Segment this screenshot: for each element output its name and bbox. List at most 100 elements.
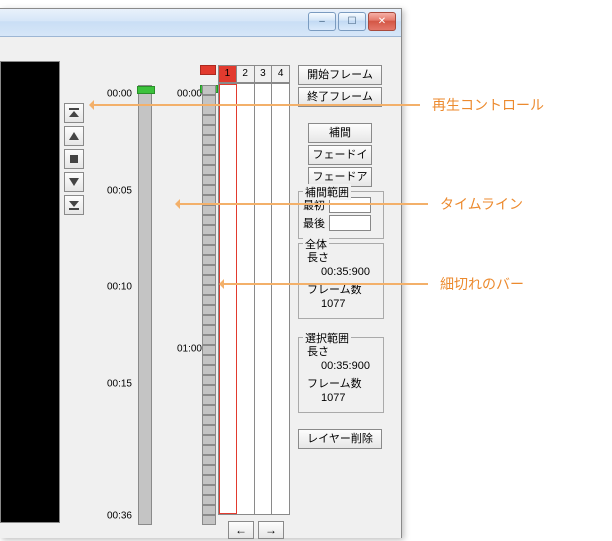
interpolate-button[interactable]: 補間 [308, 123, 372, 143]
go-top-icon [68, 107, 80, 119]
fine-segment[interactable] [202, 415, 216, 425]
layer-nav: ← → [228, 521, 284, 539]
tick-label: 00:00 [177, 88, 202, 99]
fine-segment[interactable] [202, 285, 216, 295]
fine-segment[interactable] [202, 85, 216, 95]
layer-tab-3[interactable]: 3 [254, 65, 272, 83]
timeline-right-labels: 00:00 01:00 [160, 85, 202, 525]
stop-button[interactable] [64, 149, 84, 169]
annotation-label: 細切れのバー [440, 274, 524, 294]
last-input[interactable] [329, 215, 371, 231]
client-area: 00:00 00:05 00:10 00:15 00:36 00:00 01:0… [0, 43, 393, 538]
fine-segment[interactable] [202, 175, 216, 185]
fine-segment[interactable] [202, 475, 216, 485]
timeline-left-labels: 00:00 00:05 00:10 00:15 00:36 [90, 85, 132, 525]
fine-segment[interactable] [202, 185, 216, 195]
fine-segment[interactable] [202, 355, 216, 365]
layer-header-row: 1 2 3 4 [218, 65, 290, 83]
go-bottom-button[interactable] [64, 195, 84, 215]
layer-tab-1[interactable]: 1 [218, 65, 236, 83]
fine-segment[interactable] [202, 485, 216, 495]
layer-tab-4[interactable]: 4 [271, 65, 290, 83]
fine-segment[interactable] [202, 375, 216, 385]
fine-segment[interactable] [202, 515, 216, 525]
preview-panel [0, 61, 60, 523]
go-bottom-icon [68, 199, 80, 211]
group-legend: 選択範囲 [303, 330, 351, 346]
delete-layer-button[interactable]: レイヤー削除 [298, 429, 382, 449]
frames-label: フレーム数 [307, 375, 379, 391]
fine-segment[interactable] [202, 145, 216, 155]
last-label: 最後 [303, 215, 325, 231]
fine-segment[interactable] [202, 455, 216, 465]
fine-segment[interactable] [202, 505, 216, 515]
fine-segment[interactable] [202, 315, 216, 325]
fine-segment[interactable] [202, 215, 216, 225]
tick-label: 01:00 [177, 344, 202, 355]
fine-segment[interactable] [202, 425, 216, 435]
maximize-icon: ☐ [348, 16, 357, 27]
fine-segment[interactable] [202, 325, 216, 335]
layer-col-3[interactable] [255, 84, 273, 514]
fine-segment[interactable] [202, 385, 216, 395]
fine-segment[interactable] [202, 125, 216, 135]
fine-segment[interactable] [202, 265, 216, 275]
fine-segment[interactable] [202, 95, 216, 105]
layer-body[interactable] [218, 83, 290, 515]
step-up-button[interactable] [64, 126, 84, 146]
start-frame-button[interactable]: 開始フレーム [298, 65, 382, 85]
layer-tab-label: 1 [225, 68, 231, 79]
end-frame-button[interactable]: 終了フレーム [298, 87, 382, 107]
fadein-button[interactable]: フェードイン [308, 145, 372, 165]
fine-segment[interactable] [202, 135, 216, 145]
layer-tab-2[interactable]: 2 [236, 65, 254, 83]
layer-col-4[interactable] [272, 84, 289, 514]
fine-segment[interactable] [202, 495, 216, 505]
fine-segment[interactable] [202, 245, 216, 255]
fine-segment[interactable] [202, 255, 216, 265]
timeline-fine-track[interactable] [202, 85, 216, 525]
fine-segment[interactable] [202, 225, 216, 235]
fine-segment[interactable] [202, 195, 216, 205]
layer-col-1[interactable] [219, 84, 237, 514]
fine-segment[interactable] [202, 435, 216, 445]
fine-segment[interactable] [202, 275, 216, 285]
fine-segment[interactable] [202, 345, 216, 355]
fine-segment[interactable] [202, 465, 216, 475]
close-button[interactable]: ✕ [368, 12, 396, 31]
fine-segment[interactable] [202, 305, 216, 315]
left-arrow-icon: ← [235, 523, 247, 537]
playhead-marker[interactable] [137, 86, 155, 94]
layer-tab-label: 3 [260, 68, 266, 79]
layer-next-button[interactable]: → [258, 521, 284, 539]
timeline-left[interactable]: 00:00 00:05 00:10 00:15 00:36 [90, 85, 152, 525]
layer-col-2[interactable] [237, 84, 255, 514]
fine-segment[interactable] [202, 165, 216, 175]
minimize-icon: – [319, 16, 325, 27]
tick-label: 00:00 [107, 88, 132, 99]
fine-segment[interactable] [202, 295, 216, 305]
app-window: – ☐ ✕ 00:00 [0, 8, 402, 538]
timeline-left-track[interactable] [138, 85, 152, 525]
fine-segment[interactable] [202, 115, 216, 125]
maximize-button[interactable]: ☐ [338, 12, 366, 31]
group-legend: 補間範囲 [303, 184, 351, 200]
step-down-button[interactable] [64, 172, 84, 192]
minimize-button[interactable]: – [308, 12, 336, 31]
go-top-button[interactable] [64, 103, 84, 123]
fine-segment[interactable] [202, 205, 216, 215]
fine-segment[interactable] [202, 365, 216, 375]
fine-segment[interactable] [202, 105, 216, 115]
fine-segment[interactable] [202, 155, 216, 165]
up-arrow-icon [68, 130, 80, 142]
fine-segment[interactable] [202, 395, 216, 405]
layer-prev-button[interactable]: ← [228, 521, 254, 539]
record-marker [200, 65, 216, 75]
fine-segment[interactable] [202, 235, 216, 245]
down-arrow-icon [68, 176, 80, 188]
fine-segment[interactable] [202, 445, 216, 455]
fine-segment[interactable] [202, 335, 216, 345]
frames-value: 1077 [321, 392, 379, 404]
tick-label: 00:15 [107, 379, 132, 390]
fine-segment[interactable] [202, 405, 216, 415]
